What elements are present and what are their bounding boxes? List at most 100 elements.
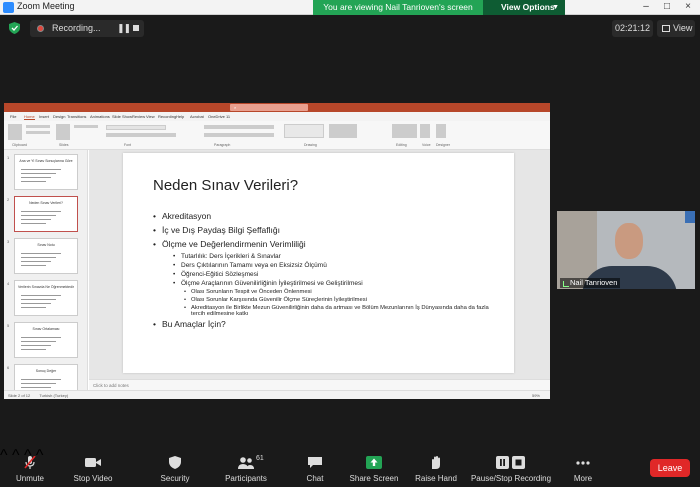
chat-button[interactable]: Chat — [298, 447, 332, 487]
ppt-tab[interactable]: Acrobat — [190, 114, 204, 119]
thumbnail-number: 3 — [7, 239, 10, 244]
slide-bullet: Akreditasyon — [153, 211, 498, 221]
chevron-down-icon: ▼ — [552, 4, 559, 11]
raise-hand-button[interactable]: Raise Hand — [414, 447, 458, 487]
ppt-ribbon: Clipboard Slides Font Paragraph Drawing Editi… — [4, 121, 550, 150]
ribbon-group-label: Clipboard — [12, 143, 27, 147]
slide-thumbnails-pane[interactable]: 1 Ana ve Yl Sınav Sonuçlarına Göre 2 Neden … — [4, 150, 88, 399]
slide-bullet: Akreditasyon ile Birlikte Mezun Güvenili… — [153, 305, 498, 317]
meeting-timer: 02:21:12 — [612, 20, 653, 37]
ribbon-group-label: Voice — [422, 143, 431, 147]
thumbnail-line — [21, 295, 61, 296]
slide-thumbnail[interactable]: 1 Ana ve Yl Sınav Sonuçlarına Göre — [7, 154, 78, 190]
zoom-level: 59% — [531, 393, 540, 398]
microphone-muted-icon — [24, 456, 36, 469]
pause-recording-icon[interactable]: ❚❚ — [117, 23, 131, 34]
participants-label: Participants — [225, 474, 267, 483]
encryption-shield-icon[interactable] — [9, 22, 20, 34]
ppt-tab[interactable]: OneDrive 11 — [208, 114, 230, 119]
thumbnail-line — [21, 219, 51, 220]
ppt-tab[interactable]: Animations — [90, 114, 110, 119]
view-button[interactable]: View — [657, 20, 695, 37]
participant-video[interactable]: Nail Tanrioven — [557, 211, 695, 289]
slide-thumbnail[interactable]: 5 Sınav Ortalaması — [7, 322, 78, 358]
chat-label: Chat — [306, 474, 324, 483]
pause-stop-recording-button[interactable]: Pause/Stop Recording — [468, 447, 554, 487]
notes-pane[interactable]: Click to add notes — [89, 379, 550, 390]
minimize-icon[interactable]: – — [636, 0, 656, 14]
thumbnail-line — [21, 215, 56, 216]
gallery-view-icon — [662, 25, 670, 32]
ribbon-group-label: Designer — [436, 143, 451, 147]
audio-options-chevron-icon[interactable]: ^ — [0, 447, 8, 464]
ppt-tab[interactable]: View — [146, 114, 155, 119]
slide-bullet: Olası Sorunlar Karşısında Güvenilir Ölçm… — [153, 297, 498, 303]
maximize-icon[interactable]: □ — [657, 0, 677, 14]
thumbnail-number: 4 — [7, 281, 10, 286]
current-slide[interactable]: Neden Sınav Verileri? Akreditasyon İç ve … — [123, 153, 514, 373]
slide-title: Neden Sınav Verileri? — [153, 177, 299, 194]
viewing-banner: You are viewing Nail Tanrioven's screen — [313, 0, 483, 15]
slide-bullet: Ders Çıktılarının Tamamı veya en Eksizsi… — [153, 262, 498, 269]
view-label: View — [673, 23, 693, 33]
slide-thumbnail[interactable]: 4 Verilerin Sınavda Ne Öğrenmektedir — [7, 280, 78, 316]
stop-video-button[interactable]: Stop Video — [66, 447, 120, 487]
thumbnail-line — [21, 307, 46, 308]
ppt-tab[interactable]: Slide Show — [112, 114, 132, 119]
thumbnail-line — [21, 261, 51, 262]
close-icon[interactable]: × — [678, 0, 698, 14]
ppt-ribbon-tabs: File Home Insert Design Transitions Animation… — [4, 112, 550, 121]
thumbnail-title: Neden Sınav Verileri? — [29, 201, 63, 205]
ppt-tab[interactable]: Help — [176, 114, 184, 119]
more-button[interactable]: More — [566, 447, 600, 487]
slide-bullet: Bu Amaçlar İçin? — [153, 319, 498, 329]
thumbnail-line — [21, 265, 46, 266]
thumbnail-line — [21, 299, 56, 300]
thumbnail-number: 1 — [7, 155, 10, 160]
thumbnail-line — [21, 173, 56, 174]
ppt-statusbar: Slide 2 of 12 Turkish (Turkey) 59% — [4, 390, 550, 399]
more-dots-icon — [576, 461, 590, 465]
slide-thumbnail[interactable]: 2 Neden Sınav Verileri? — [7, 196, 78, 232]
shared-screen-powerpoint[interactable]: ⌕ File Home Insert Design Transitions Animati… — [4, 103, 550, 399]
ribbon-group-label: Font — [124, 143, 132, 147]
zoom-logo-icon — [3, 2, 14, 13]
stop-recording-icon[interactable] — [133, 25, 139, 31]
thumbnail-line — [21, 177, 51, 178]
pause-stop-icon — [496, 456, 525, 469]
unmute-button[interactable]: Unmute — [8, 447, 52, 487]
thumbnail-title: Sınav Notu — [37, 243, 55, 247]
chat-bubble-icon — [308, 457, 322, 468]
participants-count: 61 — [256, 455, 264, 462]
ribbon-group-label: Drawing — [304, 143, 317, 147]
ppt-tab[interactable]: Home — [24, 114, 35, 120]
background-flag — [685, 211, 695, 223]
share-screen-button[interactable]: Share Screen — [348, 447, 400, 487]
view-options-button[interactable]: View Options ▼ — [483, 0, 565, 15]
ppt-tab[interactable]: File — [10, 114, 16, 119]
participants-button[interactable]: 61 Participants — [218, 447, 274, 487]
slide-counter: Slide 2 of 12 — [8, 393, 31, 398]
security-shield-icon — [169, 456, 181, 469]
thumbnail-number: 5 — [7, 323, 10, 328]
leave-button[interactable]: Leave — [650, 459, 690, 477]
ppt-tab[interactable]: Recording — [158, 114, 176, 119]
ppt-tab[interactable]: Insert — [39, 114, 49, 119]
security-button[interactable]: Security — [152, 447, 198, 487]
ppt-tab[interactable]: Review — [132, 114, 145, 119]
slide-canvas[interactable]: Neden Sınav Verileri? Akreditasyon İç ve … — [89, 150, 550, 379]
thumbnail-line — [21, 257, 56, 258]
ppt-tab[interactable]: Transitions — [67, 114, 86, 119]
ribbon-group-label: Slides — [59, 143, 69, 147]
recording-label: Recording... — [52, 23, 101, 33]
ppt-titlebar: ⌕ — [4, 103, 550, 112]
ppt-search-box[interactable]: ⌕ — [230, 104, 308, 111]
ppt-tab[interactable]: Design — [53, 114, 65, 119]
slide-thumbnail[interactable]: 3 Sınav Notu — [7, 238, 78, 274]
thumbnail-number: 6 — [7, 365, 10, 370]
slide-bullet: Ölçme Araçlarının Güvenilirliğinin İyile… — [153, 280, 498, 287]
slide-bullet: Ölçme ve Değerlendirmenin Verimliliği — [153, 239, 498, 249]
thumbnail-line — [21, 303, 51, 304]
thumbnail-line — [21, 337, 61, 338]
thumbnail-number: 2 — [7, 197, 10, 202]
